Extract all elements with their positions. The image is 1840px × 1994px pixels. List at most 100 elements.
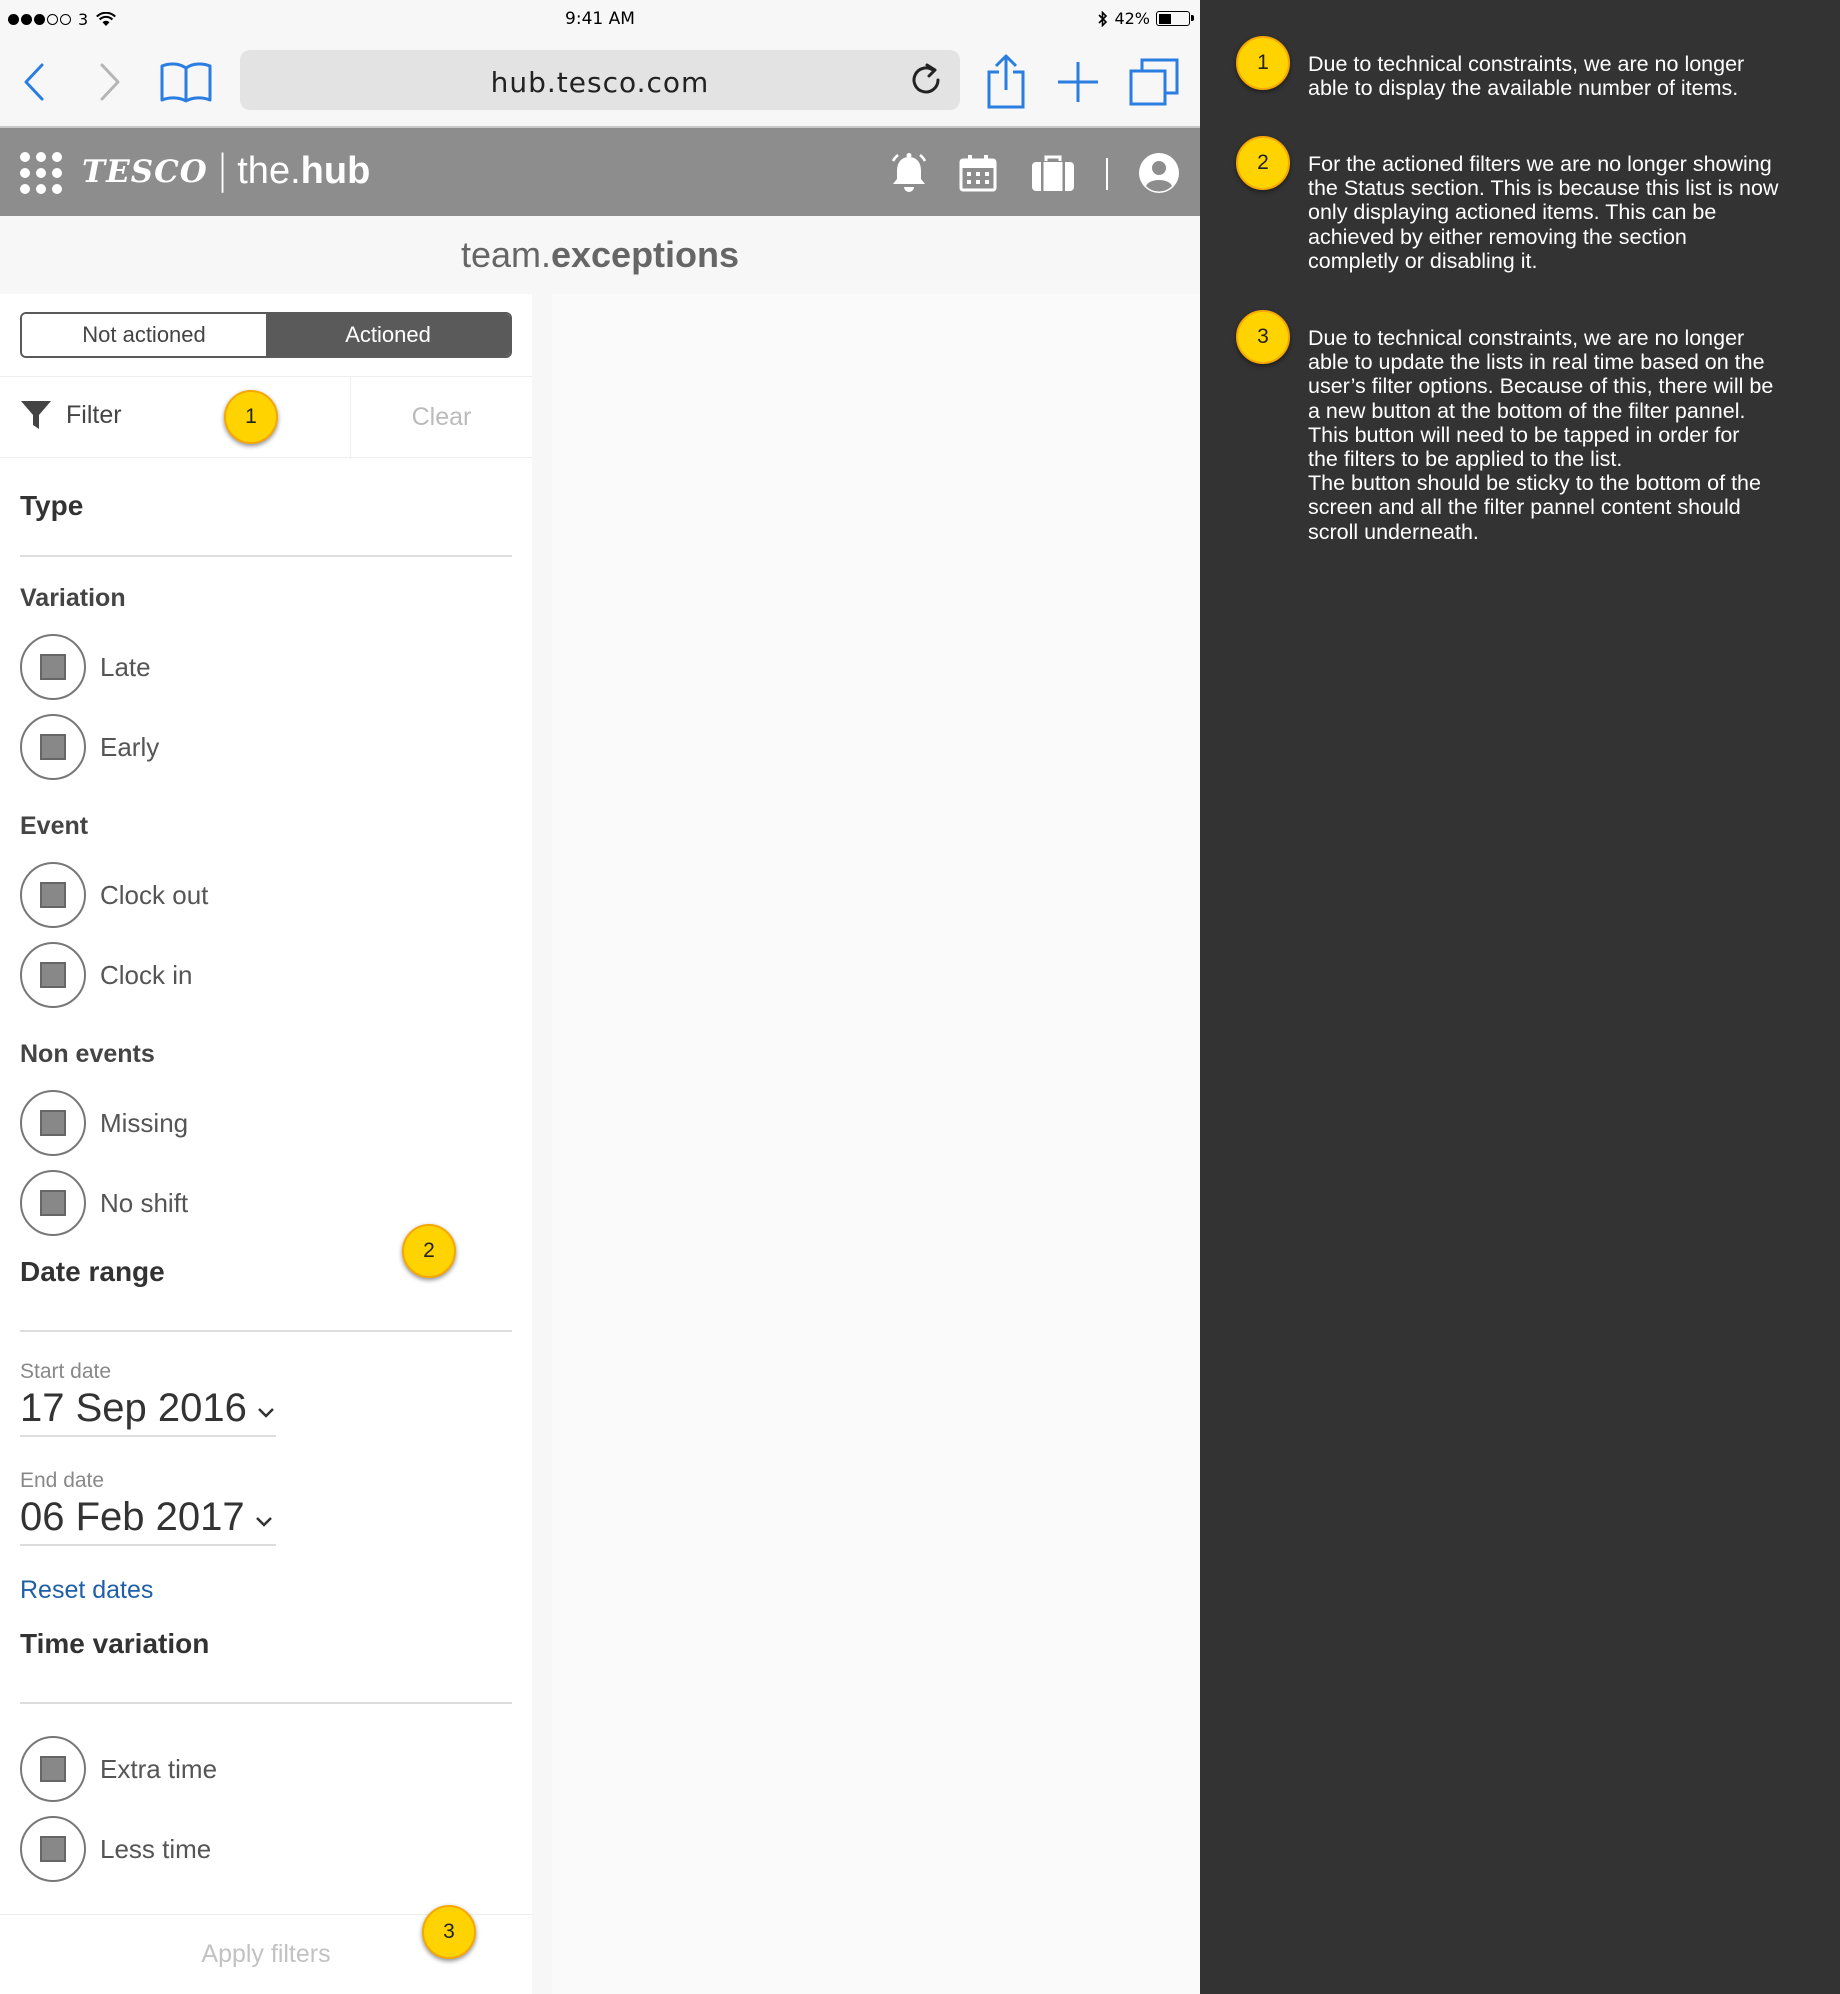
section-divider — [20, 555, 512, 557]
filter-funnel-icon — [21, 401, 51, 429]
option-label: Missing — [100, 1107, 189, 1138]
annotation-marker-3: 3 — [422, 1905, 476, 1959]
option-early[interactable]: Early — [20, 714, 159, 780]
section-divider — [20, 1702, 512, 1704]
checkbox[interactable] — [20, 714, 86, 780]
notifications-button[interactable] — [886, 150, 932, 196]
option-label: Clock in — [100, 959, 193, 990]
briefcase-button[interactable] — [1030, 150, 1076, 196]
status-right: 42% — [1098, 9, 1194, 28]
option-label: No shift — [100, 1187, 189, 1218]
segment-actioned[interactable]: Actioned — [266, 314, 510, 356]
share-button[interactable] — [978, 54, 1034, 110]
apply-filters-button[interactable]: Apply filters — [201, 1940, 330, 1969]
checkbox-square-icon — [40, 654, 66, 680]
checkbox[interactable] — [20, 862, 86, 928]
note-text-2: For the actioned filters we are no longe… — [1308, 152, 1779, 273]
reset-dates-link[interactable]: Reset dates — [20, 1576, 153, 1605]
browser-toolbar: hub.tesco.com — [0, 40, 1200, 128]
actioned-segmented-control: Not actioned Actioned — [20, 312, 512, 358]
note-text-1: Due to technical constraints, we are no … — [1308, 52, 1745, 101]
product-bold: hub — [300, 150, 371, 192]
filter-label: Filter — [66, 400, 122, 429]
start-date-picker[interactable]: Start date 17 Sep 2016 — [20, 1360, 276, 1437]
url-text: hub.tesco.com — [490, 66, 710, 99]
header-divider — [1106, 158, 1108, 190]
calendar-icon — [959, 155, 997, 192]
ipad-screen: 3 9:41 AM 42% hub.tesco.com TESCO | the.… — [0, 0, 1200, 1994]
checkbox[interactable] — [20, 1090, 86, 1156]
segment-not-actioned[interactable]: Not actioned — [22, 314, 266, 356]
end-date-label: End date — [20, 1469, 105, 1492]
option-label: Less time — [100, 1833, 212, 1864]
app-launcher-button[interactable] — [20, 152, 62, 194]
new-tab-button[interactable] — [1050, 54, 1106, 110]
option-label: Clock out — [100, 879, 209, 910]
start-date-label: Start date — [20, 1360, 112, 1383]
checkbox[interactable] — [20, 1816, 86, 1882]
page-title-prefix: team. — [460, 234, 551, 275]
book-icon — [160, 62, 212, 103]
account-button[interactable] — [1136, 150, 1182, 196]
option-clock-in[interactable]: Clock in — [20, 942, 192, 1008]
checkbox[interactable] — [20, 1736, 86, 1802]
forward-button[interactable] — [82, 54, 138, 110]
group-title-variation: Variation — [20, 584, 126, 612]
tesco-logo: TESCO — [82, 153, 208, 190]
filter-title: Filter — [20, 399, 122, 431]
option-label: Early — [100, 731, 160, 762]
checkbox-square-icon — [40, 962, 66, 988]
status-time: 9:41 AM — [565, 9, 635, 29]
chevron-right-icon — [100, 63, 120, 101]
bookmarks-button[interactable] — [158, 54, 214, 110]
bluetooth-icon — [1098, 10, 1108, 27]
calendar-button[interactable] — [955, 150, 1001, 196]
option-clock-out[interactable]: Clock out — [20, 862, 208, 928]
section-title-time-variation: Time variation — [20, 1628, 210, 1659]
section-title-type: Type — [20, 490, 84, 521]
page-title: team.exceptions — [0, 216, 1200, 294]
option-no-shift[interactable]: No shift — [20, 1170, 188, 1236]
battery-level — [1158, 13, 1171, 24]
checkbox[interactable] — [20, 1170, 86, 1236]
option-late[interactable]: Late — [20, 634, 151, 700]
end-date-value: 06 Feb 2017 — [20, 1495, 245, 1539]
note-text-3: Due to technical constraints, we are no … — [1308, 326, 1774, 544]
results-area — [552, 294, 1200, 1994]
end-date-picker[interactable]: End date 06 Feb 2017 — [20, 1469, 276, 1546]
option-label: Late — [100, 651, 151, 682]
chevron-left-icon — [24, 63, 44, 101]
chevron-down-icon — [255, 1516, 272, 1527]
clear-button[interactable]: Clear — [351, 403, 532, 432]
logo-separator: | — [215, 146, 230, 193]
section-divider — [20, 1330, 512, 1332]
chevron-down-icon — [257, 1407, 274, 1418]
tabs-icon — [1129, 58, 1179, 106]
group-title-non-events: Non events — [20, 1040, 155, 1068]
product-name: the.hub — [237, 150, 370, 193]
app-header: TESCO | the.hub — [0, 128, 1200, 216]
option-less-time[interactable]: Less time — [20, 1816, 211, 1882]
checkbox-square-icon — [40, 1110, 66, 1136]
checkbox[interactable] — [20, 942, 86, 1008]
reload-button[interactable] — [904, 58, 948, 102]
notifications-bell-icon — [891, 153, 927, 192]
plus-icon — [1058, 62, 1098, 102]
back-button[interactable] — [6, 54, 62, 110]
checkbox-square-icon — [40, 734, 66, 760]
annotation-marker-1: 1 — [224, 390, 278, 444]
tabs-button[interactable] — [1126, 54, 1182, 110]
address-bar[interactable]: hub.tesco.com — [240, 50, 960, 110]
app-logo[interactable]: TESCO | the.hub — [82, 146, 370, 193]
briefcase-icon — [1032, 155, 1074, 191]
option-extra-time[interactable]: Extra time — [20, 1736, 217, 1802]
checkbox-square-icon — [40, 882, 66, 908]
checkbox-square-icon — [40, 1190, 66, 1216]
checkbox[interactable] — [20, 634, 86, 700]
annotation-notes: 1 Due to technical constraints, we are n… — [1200, 0, 1840, 1994]
annotation-marker-2: 2 — [402, 1224, 456, 1278]
option-missing[interactable]: Missing — [20, 1090, 188, 1156]
group-title-event: Event — [20, 812, 89, 840]
note-marker-1: 1 — [1236, 36, 1290, 90]
battery-icon — [1156, 11, 1194, 26]
